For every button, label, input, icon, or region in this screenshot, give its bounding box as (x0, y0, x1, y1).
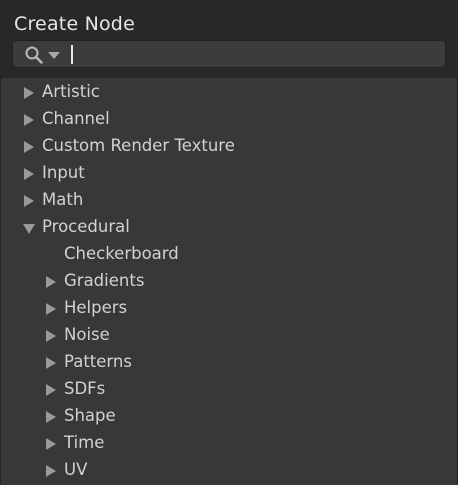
tree-item-procedural[interactable]: Procedural (1, 213, 457, 240)
search-input[interactable] (69, 43, 439, 65)
triangle-right-icon[interactable] (45, 276, 57, 288)
tree-item-noise[interactable]: Noise (1, 321, 457, 348)
tree-item-sdfs[interactable]: SDFs (1, 375, 457, 402)
tree-item-uv[interactable]: UV (1, 456, 457, 483)
create-node-window: Create Node Artistic Channel Custom Render… (0, 0, 458, 485)
triangle-right-icon[interactable] (45, 303, 57, 315)
tree-item-gradients[interactable]: Gradients (1, 267, 457, 294)
text-caret (71, 45, 73, 64)
triangle-right-icon[interactable] (23, 141, 35, 153)
tree-item-label: Shape (64, 406, 116, 425)
tree-item-checkerboard[interactable]: Checkerboard (1, 240, 457, 267)
tree-item-label: Gradients (64, 271, 145, 290)
tree-item-label: SDFs (64, 379, 106, 398)
search-icon[interactable] (24, 45, 44, 65)
triangle-right-icon[interactable] (23, 114, 35, 126)
triangle-right-icon[interactable] (45, 465, 57, 477)
tree-item-shape[interactable]: Shape (1, 402, 457, 429)
tree-item-label: Input (42, 163, 85, 182)
tree-item-label: Checkerboard (64, 244, 179, 263)
tree-item-label: Noise (64, 325, 110, 344)
tree-item-input[interactable]: Input (1, 159, 457, 186)
tree-item-artistic[interactable]: Artistic (1, 78, 457, 105)
window-title: Create Node (14, 13, 135, 35)
chevron-down-icon[interactable] (48, 52, 60, 60)
tree-item-label: Procedural (42, 217, 130, 236)
tree-item-time[interactable]: Time (1, 429, 457, 456)
tree-item-label: Time (64, 433, 105, 452)
tree-item-math[interactable]: Math (1, 186, 457, 213)
tree-item-label: Artistic (42, 82, 100, 101)
triangle-down-icon[interactable] (23, 222, 35, 234)
search-field[interactable] (12, 40, 446, 68)
triangle-right-icon[interactable] (45, 330, 57, 342)
tree-item-label: Patterns (64, 352, 132, 371)
triangle-right-icon[interactable] (23, 168, 35, 180)
node-tree: Artistic Channel Custom Render Texture Inpu… (0, 78, 458, 485)
window-header: Create Node (0, 0, 458, 78)
triangle-right-icon[interactable] (23, 87, 35, 99)
tree-item-channel[interactable]: Channel (1, 105, 457, 132)
tree-item-label: Custom Render Texture (42, 136, 235, 155)
triangle-right-icon[interactable] (45, 384, 57, 396)
tree-item-label: Channel (42, 109, 110, 128)
tree-item-label: Helpers (64, 298, 128, 317)
tree-item-label: UV (64, 460, 88, 479)
triangle-right-icon[interactable] (23, 195, 35, 207)
tree-item-patterns[interactable]: Patterns (1, 348, 457, 375)
triangle-right-icon[interactable] (45, 411, 57, 423)
triangle-right-icon[interactable] (45, 438, 57, 450)
tree-item-label: Math (42, 190, 84, 209)
triangle-right-icon[interactable] (45, 357, 57, 369)
tree-item-custom-render-texture[interactable]: Custom Render Texture (1, 132, 457, 159)
tree-item-helpers[interactable]: Helpers (1, 294, 457, 321)
